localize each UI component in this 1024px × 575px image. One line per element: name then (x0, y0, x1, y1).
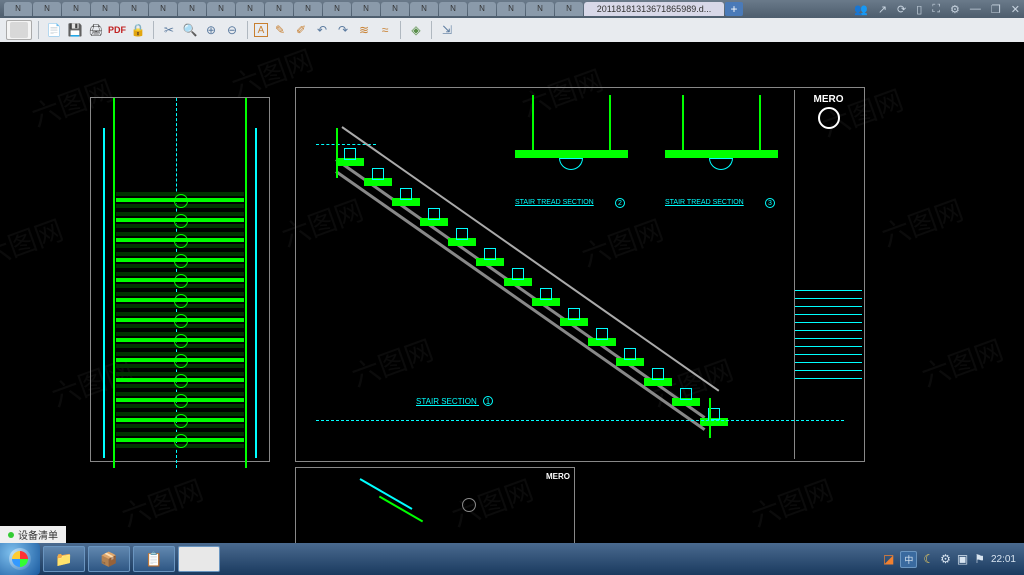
start-button[interactable] (0, 543, 40, 575)
title-right-controls: 👥 ↗ ⟳ ▯ ⛶ ⚙ — ❐ ✕ (854, 3, 1020, 16)
zoom-in-button[interactable]: 🔍 (181, 21, 199, 39)
save-button[interactable]: 💾 (66, 21, 84, 39)
fullscreen-icon[interactable]: ⛶ (932, 3, 940, 16)
detail-a-label: STAIR TREAD SECTION (515, 199, 594, 206)
detail-tread-section-a: STAIR TREAD SECTION 2 (509, 94, 634, 209)
tray-flag-icon[interactable]: ⚑ (974, 552, 985, 566)
detail-b-number: 3 (765, 198, 775, 208)
canvas-status-bar: 设备清单 (0, 526, 66, 543)
tray-settings-icon[interactable]: ⚙ (940, 552, 951, 566)
browser-tab[interactable]: N (381, 2, 409, 16)
zoom-out-button[interactable]: ⊖ (223, 21, 241, 39)
select-tool[interactable]: ✂ (160, 21, 178, 39)
layer-tool[interactable]: ≋ (355, 21, 373, 39)
browser-tab[interactable]: N (323, 2, 351, 16)
pdf-button[interactable]: PDF (108, 21, 126, 39)
browser-tab[interactable]: N (265, 2, 293, 16)
taskbar-item-app[interactable] (178, 546, 220, 572)
new-tab-button[interactable]: + (725, 2, 743, 16)
browser-tab[interactable]: N (120, 2, 148, 16)
pencil-tool[interactable]: ✎ (271, 21, 289, 39)
title-bar: N N N N N N N N N N N N N N N N N N N N … (0, 0, 1024, 18)
lock-button[interactable]: 🔒 (129, 21, 147, 39)
styles-button[interactable]: ◈ (407, 21, 425, 39)
browser-tab[interactable]: N (62, 2, 90, 16)
text-tool[interactable]: A (254, 23, 268, 37)
viewport-stair-section: STAIR SECTION 1 STAIR TREAD SECTION 2 ST… (295, 87, 865, 462)
zoom-fit-button[interactable]: ⊕ (202, 21, 220, 39)
status-label: 设备清单 (18, 527, 58, 542)
browser-tab[interactable]: N (149, 2, 177, 16)
browser-tab[interactable]: N (526, 2, 554, 16)
browser-tab[interactable]: N (468, 2, 496, 16)
share-icon[interactable]: ↗ (878, 3, 887, 16)
marker-tool[interactable]: ✐ (292, 21, 310, 39)
tray-icon[interactable]: ◪ (883, 552, 894, 566)
browser-tab[interactable]: N (439, 2, 467, 16)
browser-tab[interactable]: N (91, 2, 119, 16)
viewport-stair-plan (90, 97, 270, 462)
tab-strip: N N N N N N N N N N N N N N N N N N N N … (4, 2, 854, 16)
browser-tab[interactable]: N (33, 2, 61, 16)
new-file-button[interactable]: 📄 (45, 21, 63, 39)
browser-tab[interactable]: N (555, 2, 583, 16)
windows-taskbar: 📁 📦 📋 ◪ 中 ☾ ⚙ ▣ ⚑ 22:01 (0, 543, 1024, 575)
export-button[interactable]: ⇲ (438, 21, 456, 39)
app-toolbar: 📄 💾 🖨 PDF 🔒 ✂ 🔍 ⊕ ⊖ A ✎ ✐ ↶ ↷ ≋ ≈ ◈ ⇲ (0, 18, 1024, 42)
titleblock-logo: MERO (799, 94, 858, 131)
close-icon[interactable]: ✕ (1011, 3, 1020, 16)
clock[interactable]: 22:01 (991, 554, 1016, 565)
sync-icon[interactable]: ⟳ (897, 3, 906, 16)
detail-b-label: STAIR TREAD SECTION (665, 199, 744, 206)
main-section-label: STAIR SECTION (416, 397, 477, 406)
main-section-number: 1 (483, 396, 493, 406)
browser-tab[interactable]: N (178, 2, 206, 16)
device-icon[interactable]: ▯ (916, 3, 922, 16)
detail-a-number: 2 (615, 198, 625, 208)
tray-display-icon[interactable]: ▣ (957, 552, 968, 566)
moon-icon[interactable]: ☾ (923, 552, 934, 566)
undo-button[interactable]: ↶ (313, 21, 331, 39)
browser-tab[interactable]: N (236, 2, 264, 16)
browser-tab[interactable]: N (4, 2, 32, 16)
people-icon[interactable]: 👥 (854, 3, 868, 16)
drawing-canvas[interactable]: 六图网 六图网 六图网 六图网 六图网 六图网 六图网 六图网 六图网 六图网 … (0, 42, 1024, 543)
ime-indicator[interactable]: 中 (900, 551, 917, 568)
restore-icon[interactable]: ❐ (991, 3, 1001, 16)
browser-tab[interactable]: N (497, 2, 525, 16)
windows-orb-icon (9, 548, 31, 570)
taskbar-item-explorer[interactable]: 📁 (43, 546, 85, 572)
minimize-icon[interactable]: — (970, 3, 981, 15)
viewport-detail-bottom: MERO (295, 467, 575, 543)
browser-tab[interactable]: N (410, 2, 438, 16)
settings-icon[interactable]: ⚙ (950, 3, 960, 16)
hatch-tool[interactable]: ≈ (376, 21, 394, 39)
browser-tab[interactable]: N (352, 2, 380, 16)
taskbar-item-app[interactable]: 📦 (88, 546, 130, 572)
system-tray: ◪ 中 ☾ ⚙ ▣ ⚑ 22:01 (875, 551, 1024, 568)
detail-tread-section-b: STAIR TREAD SECTION 3 (659, 94, 784, 209)
status-dot-icon (8, 532, 14, 538)
user-avatar[interactable] (6, 20, 32, 40)
redo-button[interactable]: ↷ (334, 21, 352, 39)
browser-tab[interactable]: N (294, 2, 322, 16)
browser-tab[interactable]: N (207, 2, 235, 16)
browser-tab-active[interactable]: 20118181313671865989.d... (584, 2, 724, 16)
drawing-titleblock: MERO (794, 90, 862, 459)
print-button[interactable]: 🖨 (87, 21, 105, 39)
taskbar-item-app[interactable]: 📋 (133, 546, 175, 572)
